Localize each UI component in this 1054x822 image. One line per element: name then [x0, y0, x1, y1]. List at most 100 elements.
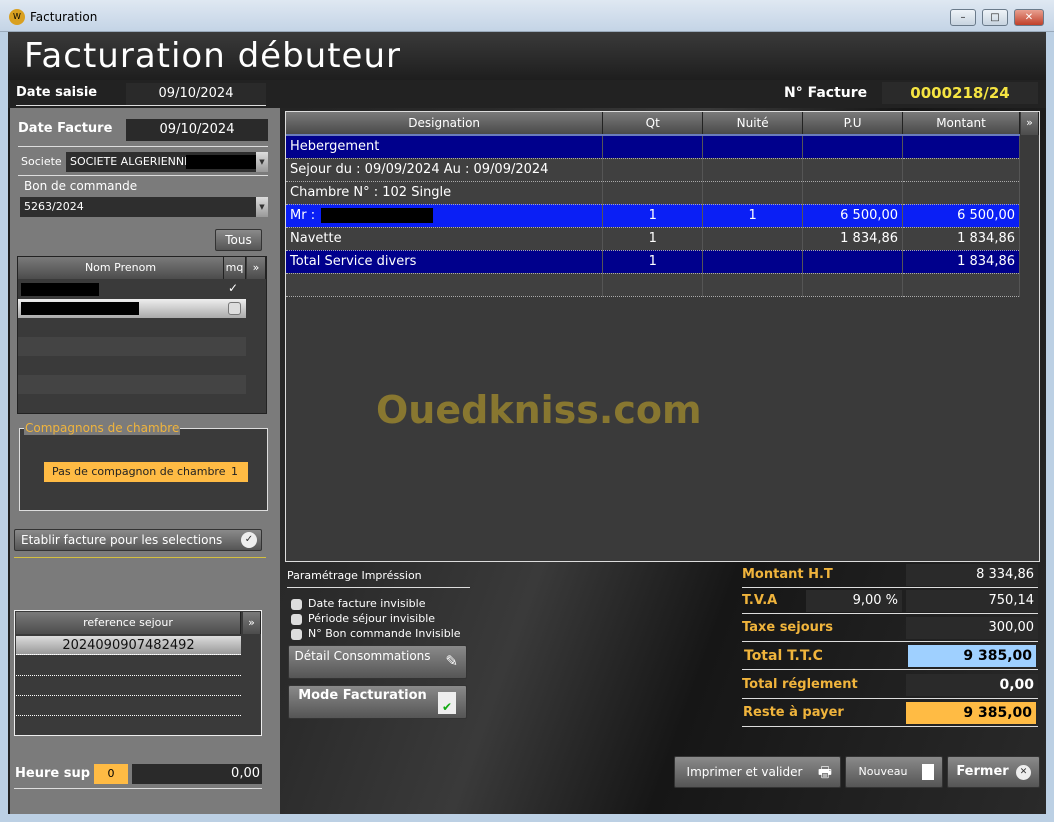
reste-a-payer-label: Reste à payer [743, 705, 844, 720]
compagnon-text: Pas de compagnon de chambre [52, 465, 226, 478]
table-row[interactable]: Chambre N° : 102 Single [286, 181, 1020, 205]
chevron-down-icon[interactable]: ▼ [256, 197, 268, 217]
divider [16, 715, 241, 716]
cell-designation: Sejour du : 09/09/2024 Au : 09/09/2024 [286, 158, 604, 182]
close-circle-icon: ✕ [1016, 765, 1031, 780]
designation-text: Sejour du : 09/09/2024 Au : 09/09/2024 [290, 162, 549, 177]
etablir-facture-button[interactable]: Etablir facture pour les selections ✓ [14, 529, 262, 551]
column-pu[interactable]: P.U [802, 112, 904, 136]
redacted [186, 155, 256, 169]
table-row[interactable]: Sejour du : 09/09/2024 Au : 09/09/2024 [286, 158, 1020, 182]
bon-commande-select[interactable]: 5263/2024 ▼ [20, 197, 268, 217]
montant-ht-value: 8 334,86 [906, 564, 1038, 586]
table-row[interactable]: Total Service divers 1 1 834,86 [286, 250, 1020, 274]
column-nom-prenom[interactable]: Nom Prenom [18, 257, 224, 279]
redacted [21, 283, 99, 296]
nouveau-button[interactable]: Nouveau [845, 756, 943, 788]
app-icon: W [9, 9, 25, 25]
expand-icon[interactable]: » [1021, 112, 1039, 135]
column-montant[interactable]: Montant [902, 112, 1020, 136]
tous-button[interactable]: Tous [215, 229, 262, 251]
cell-pu [802, 273, 904, 297]
date-facture-label: Date Facture [18, 121, 113, 136]
heure-sup-count[interactable]: 0 [94, 764, 128, 784]
expand-icon[interactable]: » [247, 257, 266, 279]
checkmark-icon[interactable]: ✓ [228, 281, 238, 295]
date-saisie-field[interactable]: 09/10/2024 [126, 83, 266, 105]
column-reference-sejour[interactable]: reference sejour [16, 612, 241, 634]
date-saisie-label: Date saisie [16, 85, 98, 100]
table-row[interactable] [286, 273, 1020, 297]
cell-montant [902, 135, 1020, 159]
mode-facturation-button[interactable]: Mode Facturation ✔ [288, 685, 467, 719]
window-title: Facturation [30, 10, 98, 24]
print-settings-title: Paramétrage Impréssion [287, 569, 422, 582]
check-circle-icon: ✓ [241, 532, 257, 548]
chevron-down-icon[interactable]: ▼ [256, 152, 268, 172]
cell-designation: Hebergement [286, 135, 604, 159]
heure-sup-value[interactable]: 0,00 [132, 764, 262, 784]
divider [742, 613, 1038, 614]
guest-row-selected[interactable] [18, 299, 246, 318]
cell-designation: Mr : [286, 204, 604, 228]
mode-label: Mode Facturation [298, 688, 427, 703]
detail-consommations-button[interactable]: Détail Consommations ✎ [288, 645, 467, 679]
fermer-button[interactable]: Fermer ✕ [947, 756, 1040, 788]
imprimer-label: Imprimer et valider [686, 765, 803, 779]
expand-icon[interactable]: » [243, 612, 261, 634]
taxe-sejours-value: 300,00 [906, 617, 1038, 639]
compagnons-box: Compagnons de chambre Pas de compagnon d… [19, 421, 268, 511]
document-check-icon: ✔ [438, 692, 456, 714]
left-panel: Date Facture 09/10/2024 Societe SOCIETE … [10, 108, 280, 814]
cell-pu [802, 181, 904, 205]
checkbox[interactable] [291, 628, 302, 640]
page-title: Facturation débuteur [24, 36, 401, 76]
compagnon-item[interactable]: Pas de compagnon de chambre 1 [44, 462, 248, 482]
bon-commande-value: 5263/2024 [24, 200, 84, 213]
cell-pu [802, 250, 904, 274]
checkbox[interactable] [291, 598, 302, 610]
divider [18, 175, 268, 176]
option-label: Période séjour invisible [308, 612, 436, 625]
imprimer-valider-button[interactable]: Imprimer et valider 🖶 [674, 756, 841, 788]
societe-select[interactable]: SOCIETE ALGERIENNE I ▼ [66, 152, 268, 172]
cell-montant: 1 834,86 [902, 250, 1020, 274]
invoice-table-container: Designation Qt Nuité P.U Montant Heberge… [285, 111, 1040, 562]
close-button[interactable]: ✕ [1014, 9, 1044, 26]
cell-qt [602, 181, 704, 205]
divider [16, 105, 266, 106]
invoice-table: Designation Qt Nuité P.U Montant Heberge… [286, 112, 1020, 297]
cell-qt: 1 [602, 250, 704, 274]
guest-row[interactable]: ✓ [18, 280, 246, 299]
info-row: Date saisie 09/10/2024 N° Facture 000021… [8, 80, 1046, 108]
tva-rate[interactable]: 9,00 % [806, 590, 902, 612]
reste-a-payer-value: 9 385,00 [906, 702, 1036, 724]
column-nuite[interactable]: Nuité [702, 112, 804, 136]
table-row[interactable]: Mr : 1 1 6 500,00 6 500,00 [286, 204, 1020, 228]
column-qt[interactable]: Qt [602, 112, 704, 136]
empty-row [18, 337, 246, 356]
nouveau-label: Nouveau [858, 765, 908, 778]
table-row[interactable]: Navette 1 1 834,86 1 834,86 [286, 227, 1020, 251]
cell-pu [802, 158, 904, 182]
column-mq[interactable]: mq [224, 257, 246, 279]
checkbox[interactable] [291, 613, 302, 625]
divider [16, 675, 241, 676]
divider [16, 695, 241, 696]
cell-designation: Chambre N° : 102 Single [286, 181, 604, 205]
option-date-facture-invisible[interactable]: Date facture invisible [291, 597, 425, 610]
designation-text: Chambre N° : 102 Single [290, 185, 452, 200]
minimize-button[interactable]: – [950, 9, 976, 26]
checkbox[interactable] [228, 302, 241, 315]
sejour-row[interactable]: 2024090907482492 [16, 636, 241, 655]
column-designation[interactable]: Designation [286, 112, 604, 136]
maximize-button[interactable]: □ [982, 9, 1008, 26]
table-row[interactable]: Hebergement [286, 135, 1020, 159]
option-bon-commande-invisible[interactable]: N° Bon commande Invisible [291, 627, 461, 640]
new-document-icon [922, 764, 934, 780]
option-periode-sejour-invisible[interactable]: Période séjour invisible [291, 612, 435, 625]
cell-nuite [702, 250, 804, 274]
cell-designation [286, 273, 604, 297]
date-facture-field[interactable]: 09/10/2024 [126, 119, 268, 141]
cell-nuite: 1 [702, 204, 804, 228]
